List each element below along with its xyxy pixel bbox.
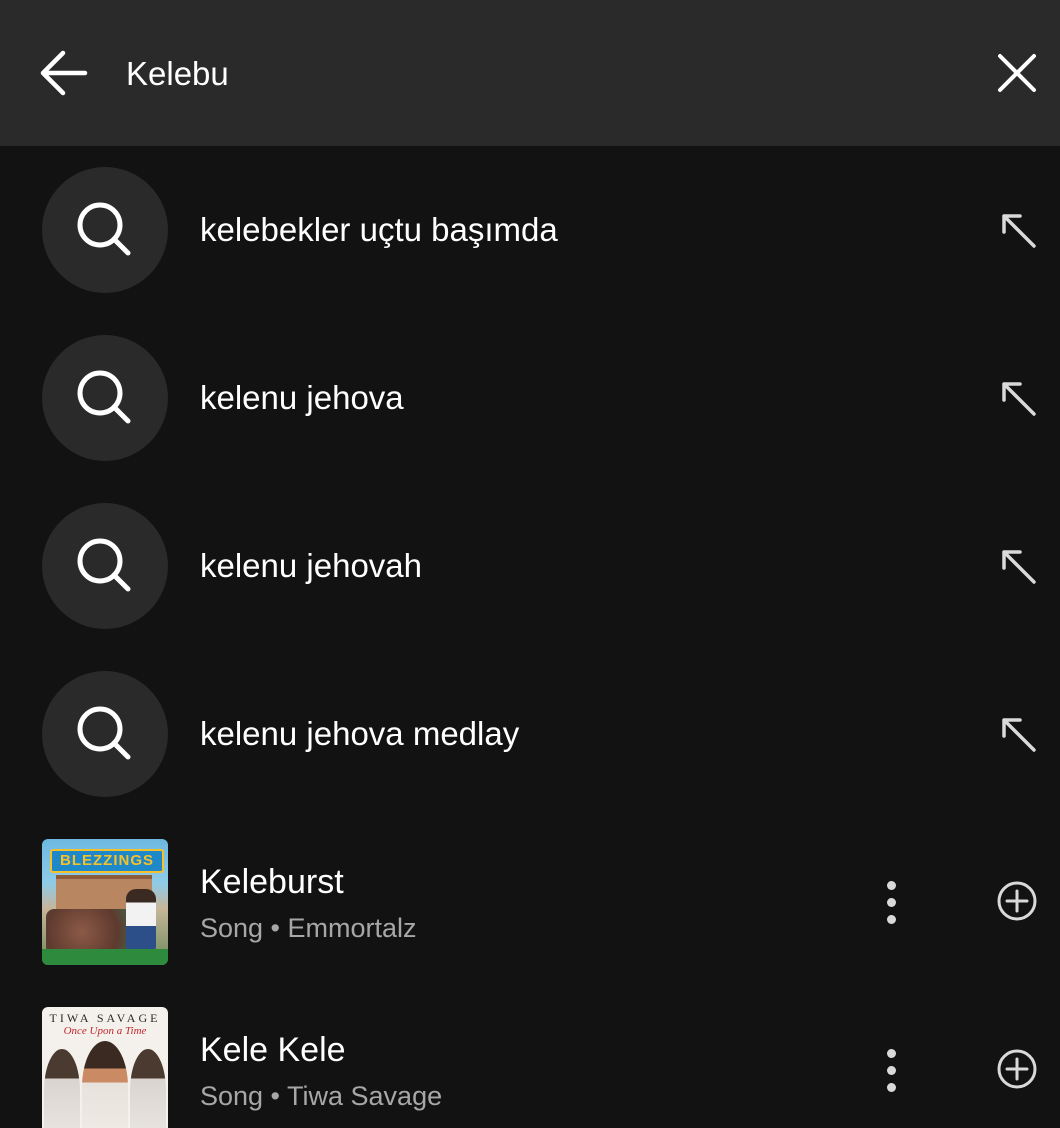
search-suggestions: kelebekler uçtu başımda kelenu jehova ke…: [0, 146, 1060, 818]
suggestion-icon-circle: [42, 671, 168, 797]
suggestion-label: kelenu jehova: [200, 379, 404, 416]
search-screen: kelebekler uçtu başımda kelenu jehova: [0, 0, 1060, 1128]
more-vertical-icon: [886, 880, 896, 890]
add-to-library-button[interactable]: [994, 878, 1040, 924]
song-subtitle: Song • Tiwa Savage: [200, 1081, 443, 1111]
search-icon: [77, 370, 131, 424]
artwork-album: Once Upon a Time: [63, 1025, 147, 1037]
fill-query-button[interactable]: [990, 202, 1046, 258]
more-vertical-icon: [886, 1048, 896, 1058]
fill-query-button[interactable]: [990, 706, 1046, 762]
more-options-button[interactable]: [866, 874, 916, 930]
suggestion-label: kelenu jehova medlay: [200, 715, 520, 752]
album-artwork: BLEZZINGS: [42, 839, 168, 965]
search-input[interactable]: [126, 48, 946, 100]
artwork-title: BLEZZINGS: [50, 849, 164, 873]
suggestion-item[interactable]: kelenu jehova medlay: [0, 650, 1060, 818]
add-circle-icon: [997, 1049, 1037, 1089]
search-results: BLEZZINGS Keleburst Song • Emmortalz TIW…: [0, 818, 1060, 1128]
song-subtitle: Song • Emmortalz: [200, 913, 417, 943]
song-title: Kele Kele: [200, 1031, 346, 1069]
fill-query-button[interactable]: [990, 370, 1046, 426]
back-button[interactable]: [30, 40, 96, 106]
suggestion-icon-circle: [42, 503, 168, 629]
suggestion-item[interactable]: kelenu jehova: [0, 314, 1060, 482]
suggestion-label: kelenu jehovah: [200, 547, 423, 584]
suggestion-item[interactable]: kelebekler uçtu başımda: [0, 146, 1060, 314]
fill-query-button[interactable]: [990, 538, 1046, 594]
more-options-button[interactable]: [866, 1042, 916, 1098]
search-icon: [77, 706, 131, 760]
album-artwork: TIWA SAVAGE Once Upon a Time: [42, 1007, 168, 1128]
clear-search-button[interactable]: [986, 40, 1048, 106]
arrow-left-icon: [40, 50, 88, 96]
arrow-up-left-icon: [1002, 718, 1036, 752]
song-title: Keleburst: [200, 863, 344, 901]
song-result-row[interactable]: TIWA SAVAGE Once Upon a Time Kele Kele S…: [0, 986, 1060, 1128]
arrow-up-left-icon: [1002, 550, 1036, 584]
search-icon: [77, 202, 131, 256]
arrow-up-left-icon: [1002, 382, 1036, 416]
song-result-row[interactable]: BLEZZINGS Keleburst Song • Emmortalz: [0, 818, 1060, 986]
suggestion-icon-circle: [42, 335, 168, 461]
add-to-library-button[interactable]: [994, 1046, 1040, 1092]
suggestion-icon-circle: [42, 167, 168, 293]
suggestion-label: kelebekler uçtu başımda: [200, 211, 558, 248]
search-icon: [77, 538, 131, 592]
add-circle-icon: [997, 881, 1037, 921]
arrow-up-left-icon: [1002, 214, 1036, 248]
suggestion-item[interactable]: kelenu jehovah: [0, 482, 1060, 650]
close-icon: [998, 54, 1036, 92]
search-header: [0, 0, 1060, 146]
artwork-artist: TIWA SAVAGE: [49, 1011, 161, 1025]
